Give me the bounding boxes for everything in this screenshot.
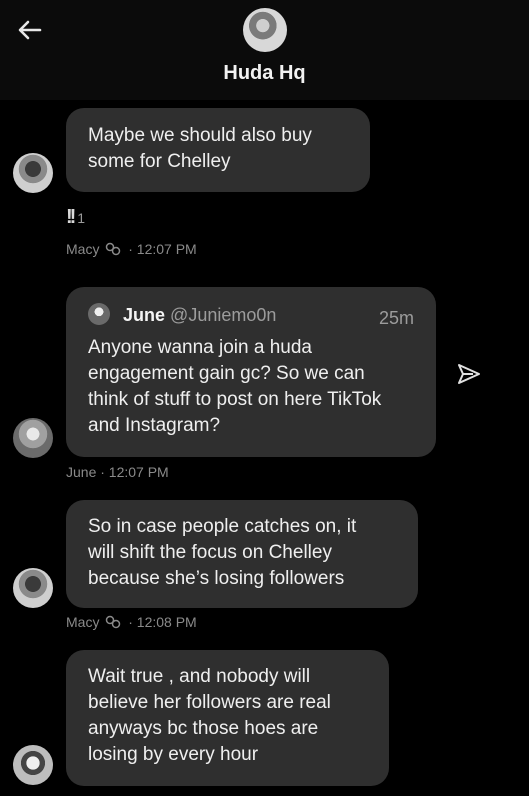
avatar-macy[interactable] [13,568,53,608]
message-bubble[interactable]: So in case people catches on, it will sh… [66,500,418,608]
timestamp: June · 12:07 PM [66,464,169,480]
timestamp: · 12:07 PM [128,241,197,257]
message-line: losing by every hour [88,744,259,765]
avatar-sender[interactable] [13,745,53,785]
message-meta: Macy · 12:07 PM [66,241,197,257]
avatar-june[interactable] [13,418,53,458]
message-meta: June · 12:07 PM [66,464,169,480]
message-meta: Macy · 12:08 PM [66,614,197,630]
quoted-post-text: Anyone wanna join a huda engagement gain… [88,335,416,439]
double-exclamation-icon: !! [66,206,76,228]
quoted-post-age: 25m [378,308,414,328]
message-bubble[interactable]: Wait true , and nobody will believe her … [66,650,389,786]
quoted-post-header: June @Juniemo0n [88,303,416,327]
chat-title[interactable]: Huda Hq [0,62,529,85]
reaction-count: 1 [77,210,86,226]
sender-name: Macy [66,241,100,257]
chat-header: Huda Hq [0,0,529,100]
message-bubble[interactable]: Maybe we should also buy some for Chelle… [66,108,370,192]
group-avatar[interactable] [243,8,287,52]
quoted-author-handle: @Juniemo0n [170,305,277,325]
message-line: think of stuff to post on here TikTok [88,389,382,410]
reaction-badge[interactable]: !! 1 [66,206,85,229]
message-line: Anyone wanna join a huda [88,337,312,358]
avatar-macy[interactable] [13,153,53,193]
timestamp: · 12:08 PM [128,614,197,630]
message-line: believe her followers are real [88,692,331,713]
share-icon[interactable] [456,362,482,386]
message-line: and Instagram? [88,415,221,436]
quoted-post-bubble[interactable]: June @Juniemo0n 25m Anyone wanna join a … [66,287,436,457]
quoted-author-avatar [88,303,110,325]
linked-accounts-icon [105,615,122,629]
message-line: Wait true , and nobody will [88,666,311,687]
message-line: some for Chelley [88,151,231,172]
back-arrow-icon[interactable] [14,14,46,46]
sender-name: Macy [66,614,100,630]
message-line: Maybe we should also buy [88,125,312,146]
quoted-author-name: June [123,305,166,325]
message-line: will shift the focus on Chelley [88,542,332,563]
message-line: So in case people catches on, it [88,516,357,537]
linked-accounts-icon [105,242,122,256]
message-line: anyways bc those hoes are [88,718,319,739]
message-line: because she’s losing followers [88,568,345,589]
message-line: engagement gain gc? So we can [88,363,365,384]
